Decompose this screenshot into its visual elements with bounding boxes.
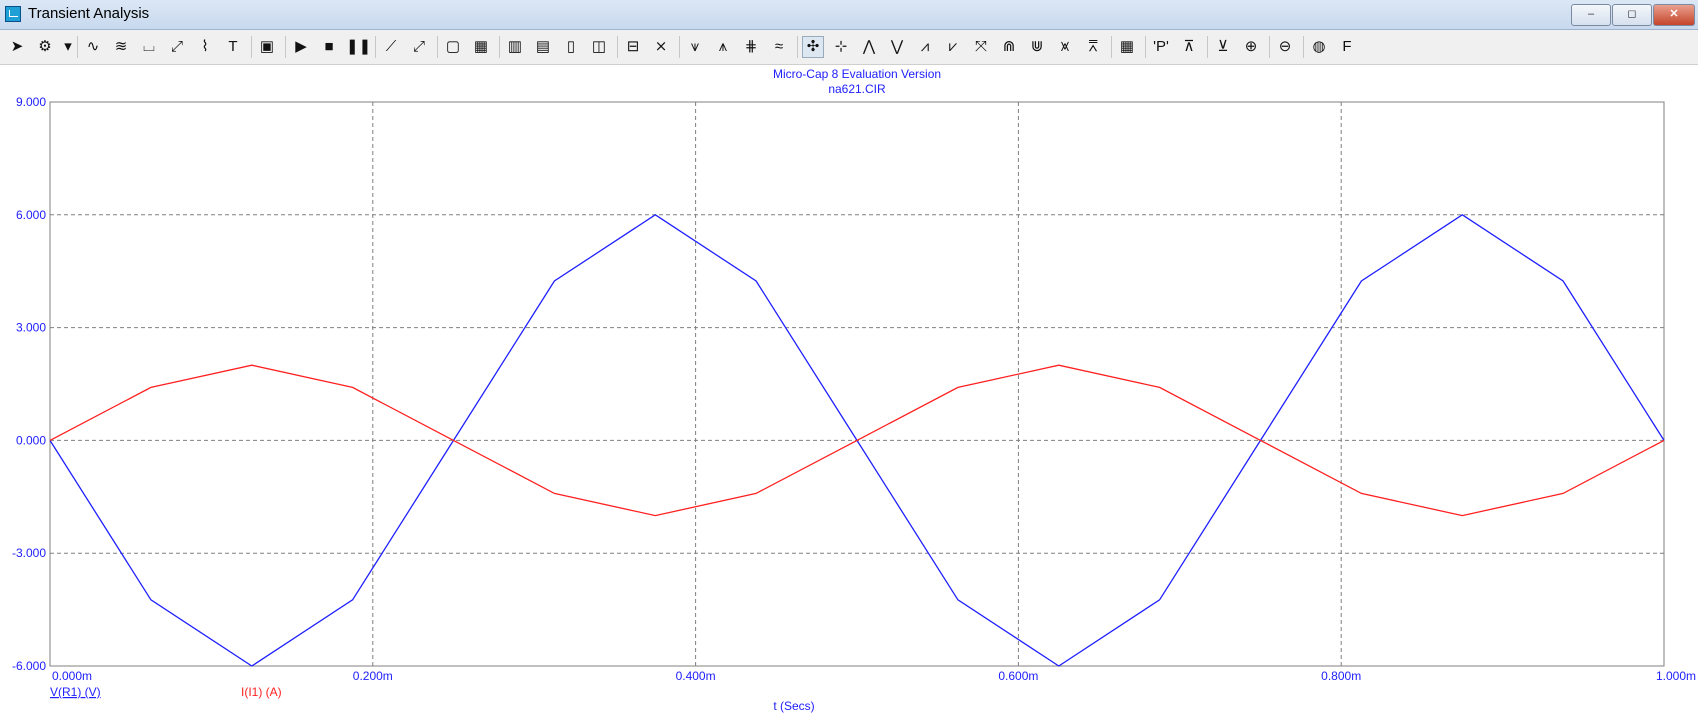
x-tick-label: 0.800m [1321,669,1361,683]
current-trace[interactable] [49,364,1665,517]
toolbar-separator [77,36,78,58]
dropdown-arrow-icon[interactable]: ▾ [62,36,74,58]
x-tick-label: 1.000m [1656,669,1696,683]
grid-lines [50,102,1664,666]
line-icon[interactable]: ⟋ [380,36,402,58]
table-icon[interactable]: ▦ [1116,36,1138,58]
vertical-grid-icon[interactable]: ▥ [504,36,526,58]
x-tick-label: 0.400m [676,669,716,683]
scope-icon[interactable]: ⌴ [138,36,160,58]
toolbar-separator [1111,36,1112,58]
pause-icon[interactable]: ❚❚ [346,36,371,58]
title-bar: Transient Analysis ‒ ◻ ✕ [0,0,1698,30]
toolbar-separator [679,36,680,58]
window-title: Transient Analysis [28,5,150,22]
bottom-icon[interactable]: ⩞ [1082,36,1104,58]
select-arrow-icon[interactable]: ➤ [6,36,28,58]
valley-cursor-icon[interactable]: ⩚ [712,36,734,58]
color-icon[interactable]: ◍ [1308,36,1330,58]
toolbar-separator [437,36,438,58]
baseline-icon[interactable]: ⊟ [622,36,644,58]
toolbar-separator [375,36,376,58]
legend-current[interactable]: I(I1) (A) [241,685,282,699]
toolbar: ➤ ⚙ ▾ ∿ ≋ ⌴ ⤢ ⌇ T ▣ ▶ ■ ❚❚ ⟋ ⤢ ▢ ▦ ▥ ▤ ▯ ◫ ⊟ ⨯ ⩛ ⩚ ⋕ ≈ ✣ ⊹ ⋀ ⋁ ⩘ ⩗ ⤧ ⋒ ⋓ ⩙ ⩞ ▦… [0,30,1698,65]
slope-icon[interactable]: ⤢ [408,36,430,58]
toolbar-separator [499,36,500,58]
x-axis-label: t (Secs) [773,699,814,713]
top-icon[interactable]: ⩙ [1054,36,1076,58]
toolbar-separator [1207,36,1208,58]
peak-icon[interactable]: ⋀ [858,36,880,58]
zoom-out-icon[interactable]: ⊖ [1274,36,1296,58]
toolbar-separator [1145,36,1146,58]
minimize-button[interactable]: ‒ [1571,4,1611,26]
high-icon[interactable]: ⩘ [914,36,936,58]
properties-icon[interactable]: ▣ [256,36,278,58]
info-icon[interactable]: ⌇ [194,36,216,58]
point-tag-icon[interactable]: 'P' [1150,36,1172,58]
next-point-icon[interactable]: ⊹ [830,36,852,58]
plot-header-filename: na621.CIR [828,82,886,96]
font-icon[interactable]: F [1336,36,1358,58]
split-grid-icon[interactable]: ◫ [588,36,610,58]
add-waveform-icon[interactable]: ≋ [110,36,132,58]
y-tick-label: -6.000 [12,659,46,673]
toolbar-separator [617,36,618,58]
legend-voltage[interactable]: V(R1) (V) [50,685,101,699]
app-icon [5,6,21,22]
tag-horizontal-icon[interactable]: ⊼ [1178,36,1200,58]
y-tick-label: 3.000 [16,321,46,335]
low-cursor-icon[interactable]: ≈ [768,36,790,58]
minor-grid-icon[interactable]: ▯ [560,36,582,58]
zoom-in-icon[interactable]: ⊕ [1240,36,1262,58]
x-tick-label: 0.000m [52,669,92,683]
frame-icon[interactable]: ▢ [442,36,464,58]
toolbar-separator [1269,36,1270,58]
text-icon[interactable]: T [222,36,244,58]
horizontal-grid-icon[interactable]: ▤ [532,36,554,58]
high-cursor-icon[interactable]: ⋕ [740,36,762,58]
run-icon[interactable]: ▶ [290,36,312,58]
stop-icon[interactable]: ■ [318,36,340,58]
toolbar-separator [251,36,252,58]
toolbar-separator [1303,36,1304,58]
y-tick-label: 0.000 [16,433,46,447]
x-tick-label: 0.600m [998,669,1038,683]
plot-header-title: Micro-Cap 8 Evaluation Version [773,67,941,81]
valley-icon[interactable]: ⋁ [886,36,908,58]
grid-icon[interactable]: ▦ [470,36,492,58]
y-tick-label: -3.000 [12,546,46,560]
plot-area: Micro-Cap 8 Evaluation Version na621.CIR… [12,67,1696,713]
global-low-icon[interactable]: ⋓ [1026,36,1048,58]
component-icon[interactable]: ⚙ [34,36,56,58]
y-tick-label: 9.000 [16,95,46,109]
probe-icon[interactable]: ⤢ [166,36,188,58]
plot-frame [49,101,1665,667]
maximize-button[interactable]: ◻ [1612,4,1652,26]
x-tick-label: 0.200m [353,669,393,683]
global-high-icon[interactable]: ⋒ [998,36,1020,58]
waveform-traces[interactable] [49,214,1665,667]
legend: V(R1) (V) I(I1) (A) [50,685,282,699]
axis-tick-labels: 0.000m 0.200m 0.400m 0.600m 0.800m 1.000m 9.00… [12,95,1696,683]
cursor-intersect-icon[interactable]: ⨯ [650,36,672,58]
y-tick-label: 6.000 [16,208,46,222]
inflection-icon[interactable]: ⤧ [970,36,992,58]
low-icon[interactable]: ⩗ [942,36,964,58]
toolbar-separator [797,36,798,58]
toolbar-separator [285,36,286,58]
cursor-mode-icon[interactable]: ✣ [802,36,824,58]
wire-mode-icon[interactable]: ∿ [82,36,104,58]
tag-vertical-icon[interactable]: ⊻ [1212,36,1234,58]
close-button[interactable]: ✕ [1653,4,1695,26]
peak-cursor-icon[interactable]: ⩛ [684,36,706,58]
